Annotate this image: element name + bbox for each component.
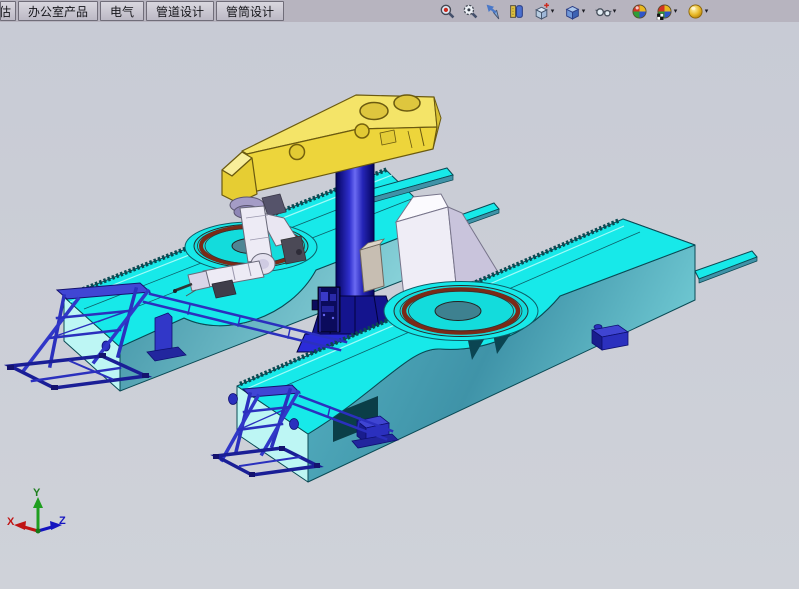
edit-appearance-button[interactable] xyxy=(629,1,650,21)
tab-label: 电气 xyxy=(110,3,134,20)
zoom-to-fit-button[interactable] xyxy=(437,1,458,21)
cad-application-window: { "tabs": [ {"label": "估", "partial": tr… xyxy=(0,0,799,589)
view-toolbar: ▾ ▾ ▾ xyxy=(437,0,712,22)
previous-view-icon xyxy=(485,3,502,20)
zoom-to-fit-icon xyxy=(439,3,456,20)
tab-piping-design[interactable]: 管道设计 xyxy=(146,1,214,21)
triad-y-label: Y xyxy=(33,487,41,499)
view-settings-icon xyxy=(687,3,704,20)
view-orientation-button[interactable]: ▾ xyxy=(529,1,558,21)
viewport-3d[interactable]: X Y Z xyxy=(0,22,799,589)
tab-tubing-design[interactable]: 管筒设计 xyxy=(216,1,284,21)
triad-z-label: Z xyxy=(59,515,66,527)
previous-view-button[interactable] xyxy=(483,1,504,21)
tab-label: 估 xyxy=(0,3,11,20)
tan-support-block xyxy=(360,239,384,292)
dropdown-caret[interactable]: ▾ xyxy=(674,8,678,15)
tab-label: 管筒设计 xyxy=(226,3,274,20)
view-settings-button[interactable]: ▾ xyxy=(683,1,712,21)
view-orientation-icon xyxy=(533,3,550,20)
right-rotary-ring xyxy=(384,282,538,341)
welding-torch-tip xyxy=(173,289,177,293)
checker-pattern xyxy=(657,13,663,19)
hide-show-items-button[interactable]: ▾ xyxy=(591,1,620,21)
tab-label: 办公室产品 xyxy=(28,3,88,20)
apply-scene-icon xyxy=(656,3,673,20)
tab-evaluate-partial[interactable]: 估 xyxy=(0,1,16,21)
dropdown-caret[interactable]: ▾ xyxy=(613,8,617,15)
section-view-icon xyxy=(508,3,525,20)
display-style-icon xyxy=(564,3,581,20)
triad-x-label: X xyxy=(7,516,15,528)
hide-show-items-icon xyxy=(595,3,612,20)
zoom-to-area-button[interactable] xyxy=(460,1,481,21)
edit-appearance-icon xyxy=(631,3,648,20)
zoom-to-area-icon xyxy=(462,3,479,20)
command-tab-bar: 估 办公室产品 电气 管道设计 管筒设计 xyxy=(0,0,799,23)
dropdown-caret[interactable]: ▾ xyxy=(551,8,555,15)
dropdown-caret[interactable]: ▾ xyxy=(582,8,586,15)
tab-electrical[interactable]: 电气 xyxy=(100,1,144,21)
tab-label: 管道设计 xyxy=(156,3,204,20)
tab-office-products[interactable]: 办公室产品 xyxy=(18,1,98,21)
apply-scene-button[interactable]: ▾ xyxy=(652,1,681,21)
dropdown-caret[interactable]: ▾ xyxy=(705,8,709,15)
section-view-button[interactable] xyxy=(506,1,527,21)
display-style-button[interactable]: ▾ xyxy=(560,1,589,21)
